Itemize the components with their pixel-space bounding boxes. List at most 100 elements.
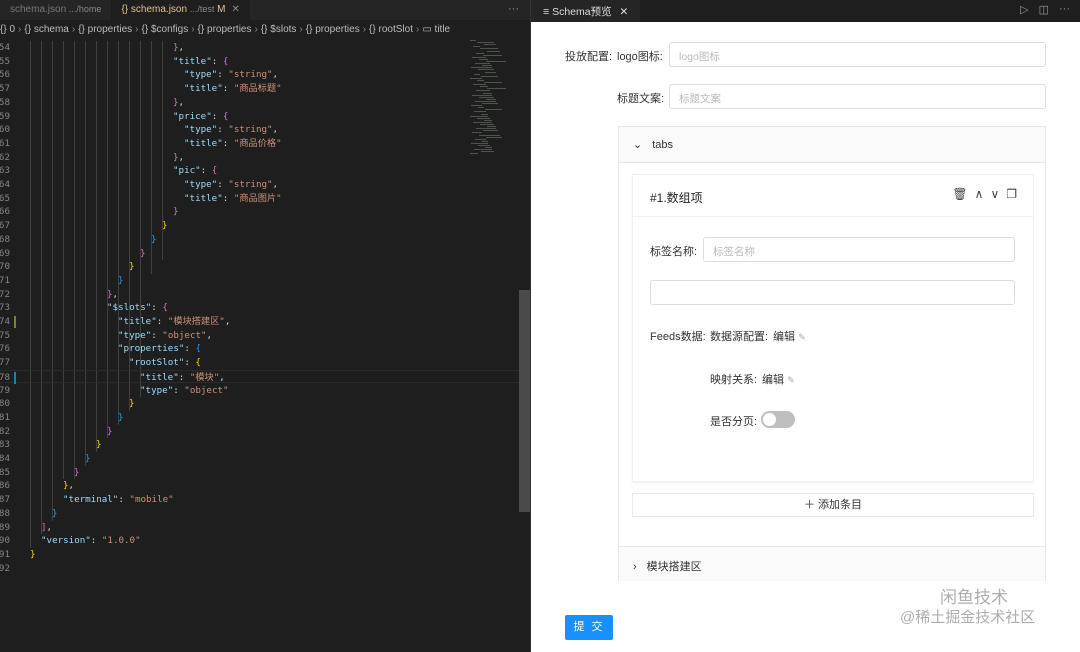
- code-line[interactable]: 65 "title": "商品图片": [0, 192, 519, 206]
- code-text: "type": "string",: [184, 68, 278, 82]
- code-line[interactable]: 69}: [0, 247, 519, 261]
- code-line[interactable]: 63 "pic": {: [0, 164, 519, 178]
- code-line[interactable]: 88}: [0, 507, 519, 521]
- code-line[interactable]: 74 "title": "模块搭建区",: [0, 315, 519, 329]
- code-line[interactable]: 72},: [0, 288, 519, 302]
- code-line[interactable]: 64 "type": "string",: [0, 178, 519, 192]
- code-token: }: [74, 466, 80, 478]
- code-line[interactable]: 80}: [0, 397, 519, 411]
- breadcrumb-item[interactable]: {} $slots: [261, 24, 297, 35]
- edit-label: 编辑: [773, 331, 795, 343]
- code-line[interactable]: 78 "title": "模块",: [0, 369, 519, 384]
- code-line[interactable]: 54},: [0, 41, 519, 55]
- breadcrumb-item[interactable]: {} 0: [0, 24, 15, 35]
- code-line[interactable]: 57 "title": "商品标题": [0, 82, 519, 96]
- breadcrumb-item[interactable]: ▭ title: [422, 24, 450, 35]
- code-line[interactable]: 81}: [0, 411, 519, 425]
- submit-button[interactable]: 提 交: [565, 615, 613, 640]
- tab-schema-test[interactable]: {} schema.json .../test M ✕: [111, 0, 250, 20]
- preview-icon: ≡: [543, 6, 550, 18]
- move-up-icon[interactable]: ∧: [975, 187, 984, 201]
- schema-preview-pane: ≡ Schema预览 ✕ ▷ ◫ ··· 投放配置: logo图标: logo图标 …: [531, 0, 1080, 652]
- code-line[interactable]: 91}: [0, 548, 519, 562]
- datasource-label: 数据源配置:: [710, 331, 769, 343]
- code-token: "object": [184, 384, 229, 396]
- breadcrumb-item[interactable]: {} schema: [24, 24, 68, 35]
- code-line[interactable]: 89],: [0, 521, 519, 535]
- breadcrumb-item[interactable]: {} properties: [198, 24, 252, 35]
- line-number: 92: [0, 562, 10, 574]
- code-line[interactable]: 66}: [0, 205, 519, 219]
- json-file-icon: {}: [121, 4, 129, 15]
- logo-input[interactable]: logo图标: [669, 42, 1046, 67]
- minimap-line: [484, 82, 502, 83]
- code-line[interactable]: 85}: [0, 466, 519, 480]
- tabs-panel-header[interactable]: ⌄ tabs: [619, 127, 1045, 163]
- close-icon[interactable]: ✕: [231, 4, 239, 15]
- code-line[interactable]: 70}: [0, 260, 519, 274]
- breadcrumb-item[interactable]: {} properties: [306, 24, 360, 35]
- code-line[interactable]: 75 "type": "object",: [0, 329, 519, 343]
- code-token: ,: [272, 179, 279, 190]
- code-line[interactable]: 59 "price": {: [0, 110, 519, 124]
- vertical-scrollbar[interactable]: [519, 290, 530, 512]
- code-line[interactable]: 55 "title": {: [0, 55, 519, 69]
- breadcrumb-item[interactable]: {} rootSlot: [369, 24, 413, 35]
- array-item-card: #1.数组项 🗑︎ ∧ ∨ ❐ 标签名称: 标签名称 Feeds数据: 数据源配置: …: [632, 174, 1034, 482]
- breadcrumb-item[interactable]: {} $configs: [141, 24, 188, 35]
- tab-schema-home[interactable]: schema.json .../home: [0, 0, 111, 20]
- breadcrumb-item[interactable]: {} properties: [78, 24, 132, 35]
- code-text: "title": "模块搭建区",: [118, 315, 230, 329]
- code-line[interactable]: 58},: [0, 96, 519, 110]
- code-line[interactable]: 68}: [0, 233, 519, 247]
- minimap[interactable]: [465, 40, 515, 160]
- code-line[interactable]: 61 "title": "商品价格": [0, 137, 519, 151]
- delete-icon[interactable]: 🗑︎: [952, 187, 967, 201]
- tab-schema-preview[interactable]: ≡ Schema预览 ✕: [531, 0, 641, 22]
- more-actions-icon[interactable]: ···: [508, 3, 519, 15]
- code-line[interactable]: 76 "properties": {: [0, 342, 519, 356]
- tag-name-input[interactable]: 标签名称: [703, 237, 1015, 262]
- move-down-icon[interactable]: ∨: [990, 187, 999, 201]
- slots-panel-header[interactable]: › 模块搭建区: [619, 546, 1045, 581]
- breadcrumb: {} 0 ›{} schema ›{} properties ›{} $configs…: [0, 20, 531, 40]
- minimap-line: [478, 145, 490, 146]
- code-line[interactable]: 60 "type": "string",: [0, 123, 519, 137]
- code-line[interactable]: 79 "type": "object": [0, 384, 519, 398]
- code-line[interactable]: 56 "type": "string",: [0, 68, 519, 82]
- breadcrumb-separator: ›: [191, 24, 195, 35]
- code-line[interactable]: 82}: [0, 425, 519, 439]
- code-token: {: [195, 343, 202, 355]
- minimap-line: [482, 140, 488, 142]
- code-area[interactable]: 54}, 55 "title": {56 "type": "string", 57 "ti…: [0, 41, 519, 652]
- plus-icon: ＋: [803, 499, 815, 511]
- code-line[interactable]: 86},: [0, 479, 519, 493]
- code-line[interactable]: 90 "version": "1.0.0": [0, 534, 519, 548]
- paging-toggle[interactable]: [761, 411, 795, 428]
- line-number: 87: [0, 494, 10, 506]
- code-line[interactable]: 71}: [0, 274, 519, 288]
- split-editor-icon[interactable]: ◫: [1039, 3, 1049, 16]
- minimap-line: [476, 52, 484, 54]
- title-input[interactable]: 标题文案: [669, 84, 1046, 109]
- datasource-edit-link[interactable]: 编辑 ✎: [773, 328, 806, 344]
- code-line[interactable]: 92: [0, 562, 519, 576]
- code-line[interactable]: 87 "terminal": "mobile": [0, 493, 519, 507]
- add-item-button[interactable]: ＋ 添加条目: [632, 493, 1034, 517]
- code-line[interactable]: 83}: [0, 438, 519, 452]
- code-token: "terminal": [63, 494, 119, 506]
- close-icon[interactable]: ✕: [620, 6, 629, 18]
- code-line[interactable]: 73 "$slots": {: [0, 301, 519, 315]
- code-line[interactable]: 84}: [0, 452, 519, 466]
- code-line[interactable]: 67}: [0, 219, 519, 233]
- item-title: #1.数组项: [650, 191, 703, 205]
- code-line[interactable]: 77 "rootSlot": {: [0, 356, 519, 370]
- minimap-line: [479, 96, 494, 98]
- run-icon[interactable]: ▷: [1020, 3, 1028, 16]
- mapping-edit-link[interactable]: 编辑 ✎: [762, 371, 795, 387]
- more-icon[interactable]: ···: [1059, 3, 1070, 16]
- minimap-line: [474, 149, 492, 151]
- copy-icon[interactable]: ❐: [1006, 187, 1017, 201]
- empty-input[interactable]: [650, 280, 1015, 305]
- code-line[interactable]: 62},: [0, 151, 519, 165]
